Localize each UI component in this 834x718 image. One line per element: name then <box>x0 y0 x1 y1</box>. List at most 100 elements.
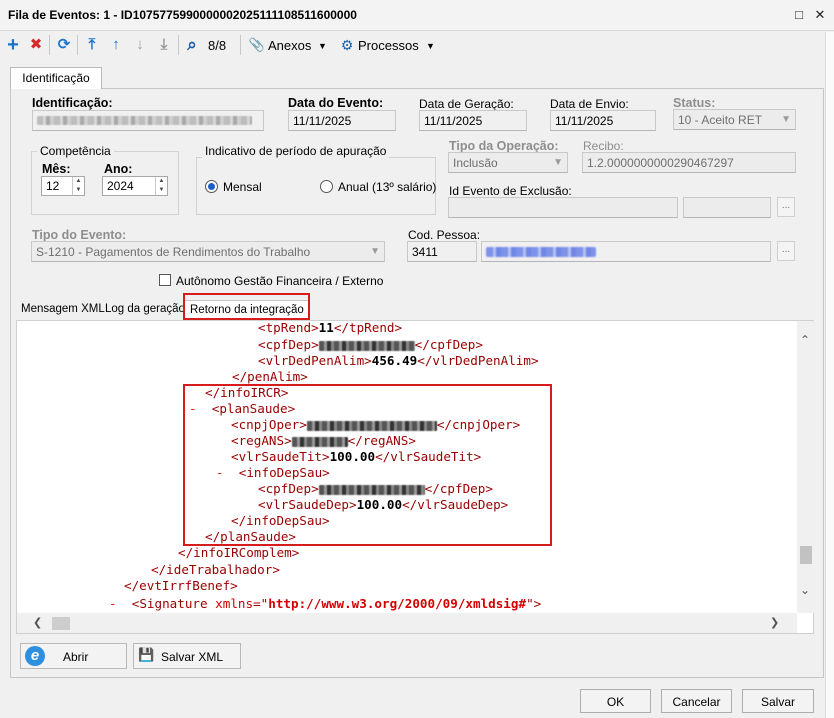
first-record-icon[interactable]: ⤒ <box>83 36 101 54</box>
horizontal-scrollbar[interactable] <box>17 613 797 633</box>
chevron-down-icon: ▼ <box>370 246 380 257</box>
toolbar-separator <box>178 35 179 55</box>
plansaude-highlight-box <box>183 384 552 546</box>
tipo-operacao-label: Tipo da Operação: <box>449 139 559 153</box>
search-icon[interactable]: ⌕ <box>183 36 201 54</box>
gear-icon[interactable]: ⚙ <box>338 36 356 54</box>
save-icon: 💾 <box>138 647 155 662</box>
next-record-icon[interactable]: ↓ <box>131 36 149 54</box>
data-evento-field[interactable]: 11/11/2025 <box>288 110 396 131</box>
tipo-operacao-value: Inclusão <box>453 156 498 170</box>
salvar-xml-label: Salvar XML <box>161 650 224 664</box>
anual-label: Anual (13º salário) <box>338 180 437 194</box>
stepper-arrows[interactable]: ▲ ▼ <box>72 177 84 195</box>
abrir-label: Abrir <box>63 650 89 664</box>
mes-value: 12 <box>46 179 60 193</box>
data-evento-label: Data do Evento: <box>288 96 384 110</box>
data-envio-field[interactable]: 11/11/2025 <box>550 110 656 131</box>
autonomo-checkbox[interactable] <box>159 274 171 286</box>
delete-icon[interactable]: ✖ <box>27 36 45 54</box>
save-button[interactable]: Salvar <box>742 689 814 713</box>
chevron-down-icon: ▼ <box>553 157 563 168</box>
scroll-down-icon[interactable]: ⌄ <box>800 583 810 597</box>
tab-highlight-box <box>183 293 310 320</box>
xml-line: <cpfDep> </cpfDep> <box>258 337 483 352</box>
previous-record-icon[interactable]: ↑ <box>107 36 125 54</box>
competencia-title: Competência <box>37 144 114 158</box>
ano-stepper[interactable]: 2024 ▲ ▼ <box>102 176 168 196</box>
status-value: 10 - Aceito RET <box>678 113 763 127</box>
cancel-button[interactable]: Cancelar <box>661 689 732 713</box>
toolbar-separator <box>240 35 241 55</box>
ok-button[interactable]: OK <box>580 689 651 713</box>
tipo-operacao-select[interactable]: Inclusão ▼ <box>448 152 568 173</box>
xml-line: </ideTrabalhador> <box>151 562 280 577</box>
anual-radio[interactable] <box>320 180 333 193</box>
stepper-arrows[interactable]: ▲ ▼ <box>155 177 167 195</box>
toolbar-separator <box>49 35 50 55</box>
scroll-right-icon[interactable]: ❯ <box>770 616 779 629</box>
toolbar-separator <box>77 35 78 55</box>
id-exclusao-lookup-button[interactable]: ... <box>777 197 795 217</box>
scroll-left-icon[interactable]: ❮ <box>33 616 42 629</box>
window-title: Fila de Eventos: 1 - ID10757759900000020… <box>8 8 357 22</box>
horizontal-scroll-thumb[interactable] <box>52 617 70 630</box>
attachments-menu[interactable]: Anexos <box>268 38 311 53</box>
page-counter: 8/8 <box>208 38 227 53</box>
redacted-text <box>37 116 252 125</box>
pessoa-name-field[interactable] <box>481 241 771 262</box>
data-envio-label: Data de Envio: <box>550 97 629 111</box>
vertical-scroll-thumb[interactable] <box>800 546 812 564</box>
tab-identificacao[interactable]: Identificação <box>10 67 102 89</box>
xml-line: </evtIrrfBenef> <box>124 578 238 593</box>
vertical-scrollbar[interactable] <box>797 321 814 613</box>
status-label: Status: <box>673 96 716 110</box>
cod-pessoa-field[interactable]: 3411 <box>407 241 477 262</box>
xml-line: <vlrDedPenAlim>456.49</vlrDedPenAlim> <box>258 353 539 368</box>
xml-line: <tpRend>11</tpRend> <box>258 320 403 335</box>
id-exclusao-field[interactable] <box>448 197 678 218</box>
cod-pessoa-label: Cod. Pessoa: <box>408 228 481 242</box>
paperclip-icon[interactable]: 📎 <box>248 36 266 54</box>
abrir-button[interactable]: e Abrir <box>20 643 127 669</box>
last-record-icon[interactable]: ⤓ <box>155 36 173 54</box>
maximize-icon[interactable]: □ <box>790 6 808 24</box>
xml-line: - <Signature xmlns="http://www.w3.org/20… <box>109 596 542 611</box>
add-icon[interactable]: + <box>4 35 22 55</box>
mensal-radio[interactable] <box>205 180 218 193</box>
autonomo-label: Autônomo Gestão Financeira / Externo <box>176 274 384 288</box>
id-exclusao-field-2[interactable] <box>683 197 771 218</box>
xml-line: </penAlim> <box>232 369 308 384</box>
mes-stepper[interactable]: 12 ▲ ▼ <box>41 176 85 196</box>
status-select[interactable]: 10 - Aceito RET ▼ <box>673 109 796 130</box>
processes-menu[interactable]: Processos <box>358 38 419 53</box>
close-icon[interactable]: ✕ <box>811 6 829 24</box>
data-geracao-field[interactable]: 11/11/2025 <box>419 110 527 131</box>
recibo-field[interactable]: 1.2.0000000000290467297 <box>582 152 796 173</box>
internet-explorer-icon: e <box>25 646 45 666</box>
data-geracao-label: Data de Geração: <box>419 97 514 111</box>
identificacao-label: Identificação: <box>32 96 113 110</box>
tab-mensagem-xml[interactable]: Mensagem XML <box>16 300 110 321</box>
tipo-evento-value: S-1210 - Pagamentos de Rendimentos do Tr… <box>36 245 311 259</box>
mensal-label: Mensal <box>223 180 262 194</box>
salvar-xml-button[interactable]: 💾 Salvar XML <box>133 643 241 669</box>
tab-log-geracao[interactable]: Log da geração <box>100 300 190 321</box>
mes-label: Mês: <box>42 162 71 176</box>
xml-line: </infoIRComplem> <box>178 545 300 560</box>
ano-label: Ano: <box>104 162 133 176</box>
redacted-text <box>486 247 596 257</box>
recibo-label: Recibo: <box>583 139 624 153</box>
tipo-evento-label: Tipo do Evento: <box>32 228 127 242</box>
window-edge <box>825 32 834 718</box>
chevron-down-icon: ▼ <box>781 114 791 125</box>
identificacao-field[interactable] <box>32 110 264 131</box>
ano-value: 2024 <box>107 179 134 193</box>
chevron-down-icon[interactable]: ▼ <box>318 41 327 51</box>
chevron-down-icon[interactable]: ▼ <box>426 41 435 51</box>
redacted-text <box>318 340 415 351</box>
pessoa-lookup-button[interactable]: ... <box>777 241 795 261</box>
tipo-evento-select[interactable]: S-1210 - Pagamentos de Rendimentos do Tr… <box>31 241 385 262</box>
refresh-icon[interactable]: ⟳ <box>55 36 73 54</box>
scroll-up-icon[interactable]: ⌃ <box>800 333 810 347</box>
